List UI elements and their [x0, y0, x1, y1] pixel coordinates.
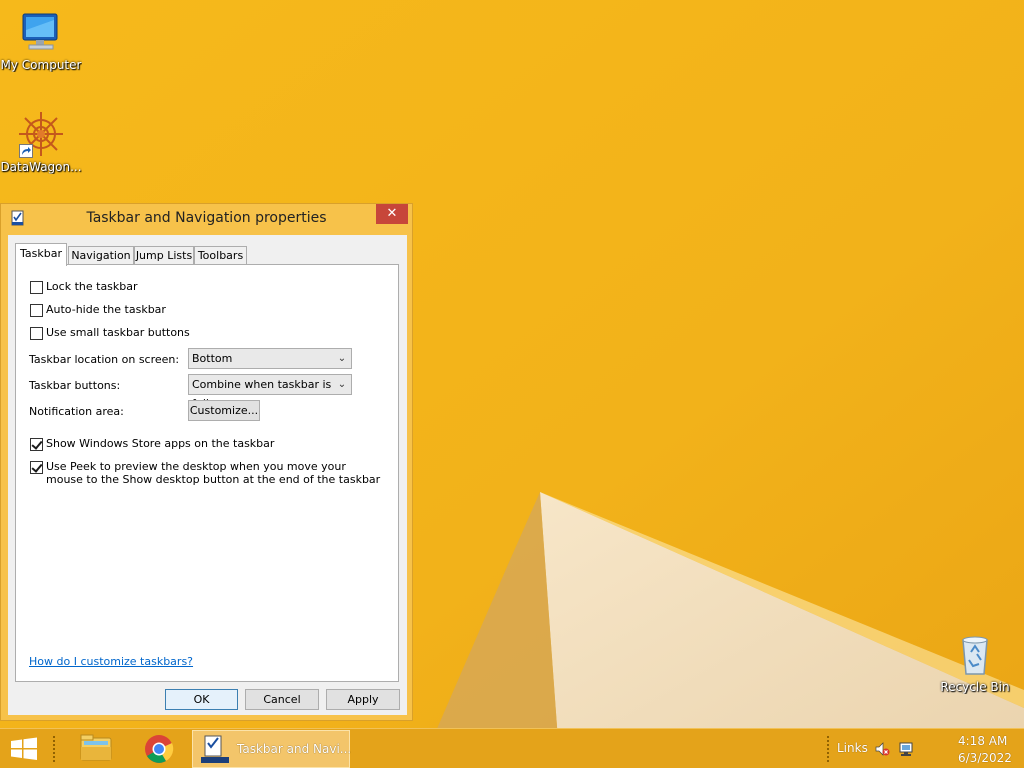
pinned-file-explorer[interactable]: [68, 729, 124, 768]
desktop-icon-my-computer[interactable]: My Computer: [0, 8, 82, 72]
speaker-muted-icon[interactable]: [874, 741, 890, 757]
tab-toolbars[interactable]: Toolbars: [194, 246, 247, 265]
file-explorer-icon: [80, 734, 112, 761]
taskbar-button-properties[interactable]: Taskbar and Navi...: [192, 730, 352, 768]
taskbar-properties-dialog: Taskbar and Navigation properties ✕ Task…: [0, 203, 413, 721]
auto-hide-option[interactable]: Auto-hide the taskbar: [30, 303, 386, 317]
ok-button[interactable]: OK: [165, 689, 238, 710]
desktop-icon-label: My Computer: [0, 58, 82, 72]
buttons-label: Taskbar buttons:: [29, 379, 121, 392]
help-link[interactable]: How do I customize taskbars?: [29, 655, 193, 668]
checkbox-label: Use Peek to preview the desktop when you…: [46, 460, 381, 486]
checkbox-label: Use small taskbar buttons: [46, 326, 190, 339]
checkbox-label: Show Windows Store apps on the taskbar: [46, 437, 275, 450]
small-buttons-option[interactable]: Use small taskbar buttons: [30, 326, 386, 340]
chevron-down-icon: ⌄: [337, 353, 347, 364]
taskbar: Taskbar and Navi... Links 4:18 AM 6/3/20…: [0, 728, 1024, 768]
chrome-icon: [145, 735, 174, 763]
peek-option[interactable]: Use Peek to preview the desktop when you…: [30, 460, 386, 486]
links-toolbar[interactable]: Links: [837, 741, 868, 755]
taskbar-properties-icon: [201, 735, 229, 763]
clock-time[interactable]: 4:18 AM: [958, 734, 1007, 748]
links-grip[interactable]: [826, 735, 830, 763]
apply-button[interactable]: Apply: [326, 689, 400, 710]
task-label: Taskbar and Navi...: [237, 742, 352, 756]
location-label: Taskbar location on screen:: [29, 353, 180, 366]
cancel-button[interactable]: Cancel: [245, 689, 319, 710]
shortcut-arrow-icon: [19, 144, 33, 158]
dialog-title: Taskbar and Navigation properties: [86, 210, 327, 226]
chevron-down-icon: ⌄: [337, 379, 347, 390]
clock-date[interactable]: 6/3/2022: [958, 751, 1012, 765]
tab-jump-lists[interactable]: Jump Lists: [134, 246, 194, 265]
desktop-icon-datawagon[interactable]: DataWagon...: [0, 110, 82, 174]
dialog-body: Taskbar Navigation Jump Lists Toolbars L…: [8, 235, 407, 715]
pinned-chrome[interactable]: [131, 729, 187, 768]
close-button[interactable]: ✕: [376, 204, 408, 224]
lock-taskbar-checkbox[interactable]: [30, 281, 43, 294]
close-icon: ✕: [386, 206, 398, 221]
tab-panel-taskbar: Lock the taskbar Auto-hide the taskbar U…: [15, 264, 399, 682]
customize-button[interactable]: Customize...: [188, 400, 260, 421]
small-buttons-checkbox[interactable]: [30, 327, 43, 340]
store-apps-option[interactable]: Show Windows Store apps on the taskbar: [30, 437, 386, 451]
peek-checkbox[interactable]: [30, 461, 43, 474]
desktop-icon-label: DataWagon...: [0, 160, 82, 174]
windows-logo-icon: [11, 737, 37, 760]
desktop-icon-label: Recycle Bin: [940, 680, 1010, 694]
auto-hide-checkbox[interactable]: [30, 304, 43, 317]
buttons-select[interactable]: Combine when taskbar is full ⌄: [188, 374, 352, 410]
location-select[interactable]: Bottom ⌄: [188, 348, 352, 369]
lock-taskbar-option[interactable]: Lock the taskbar: [30, 280, 386, 294]
datawagon-icon: [17, 110, 65, 158]
start-button[interactable]: [0, 729, 48, 768]
recycle-bin-icon: [951, 630, 999, 678]
desktop-icon-recycle-bin[interactable]: Recycle Bin: [934, 630, 1016, 694]
network-icon[interactable]: [898, 741, 914, 757]
dialog-titlebar[interactable]: Taskbar and Navigation properties ✕: [1, 204, 412, 234]
checkbox-label: Lock the taskbar: [46, 280, 138, 293]
computer-icon: [17, 8, 65, 56]
location-value: Bottom: [192, 352, 233, 365]
tab-taskbar[interactable]: Taskbar: [15, 243, 67, 266]
store-apps-checkbox[interactable]: [30, 438, 43, 451]
taskbar-grip[interactable]: [52, 735, 56, 763]
tab-navigation[interactable]: Navigation: [68, 246, 134, 265]
notification-label: Notification area:: [29, 405, 124, 418]
checkbox-label: Auto-hide the taskbar: [46, 303, 166, 316]
